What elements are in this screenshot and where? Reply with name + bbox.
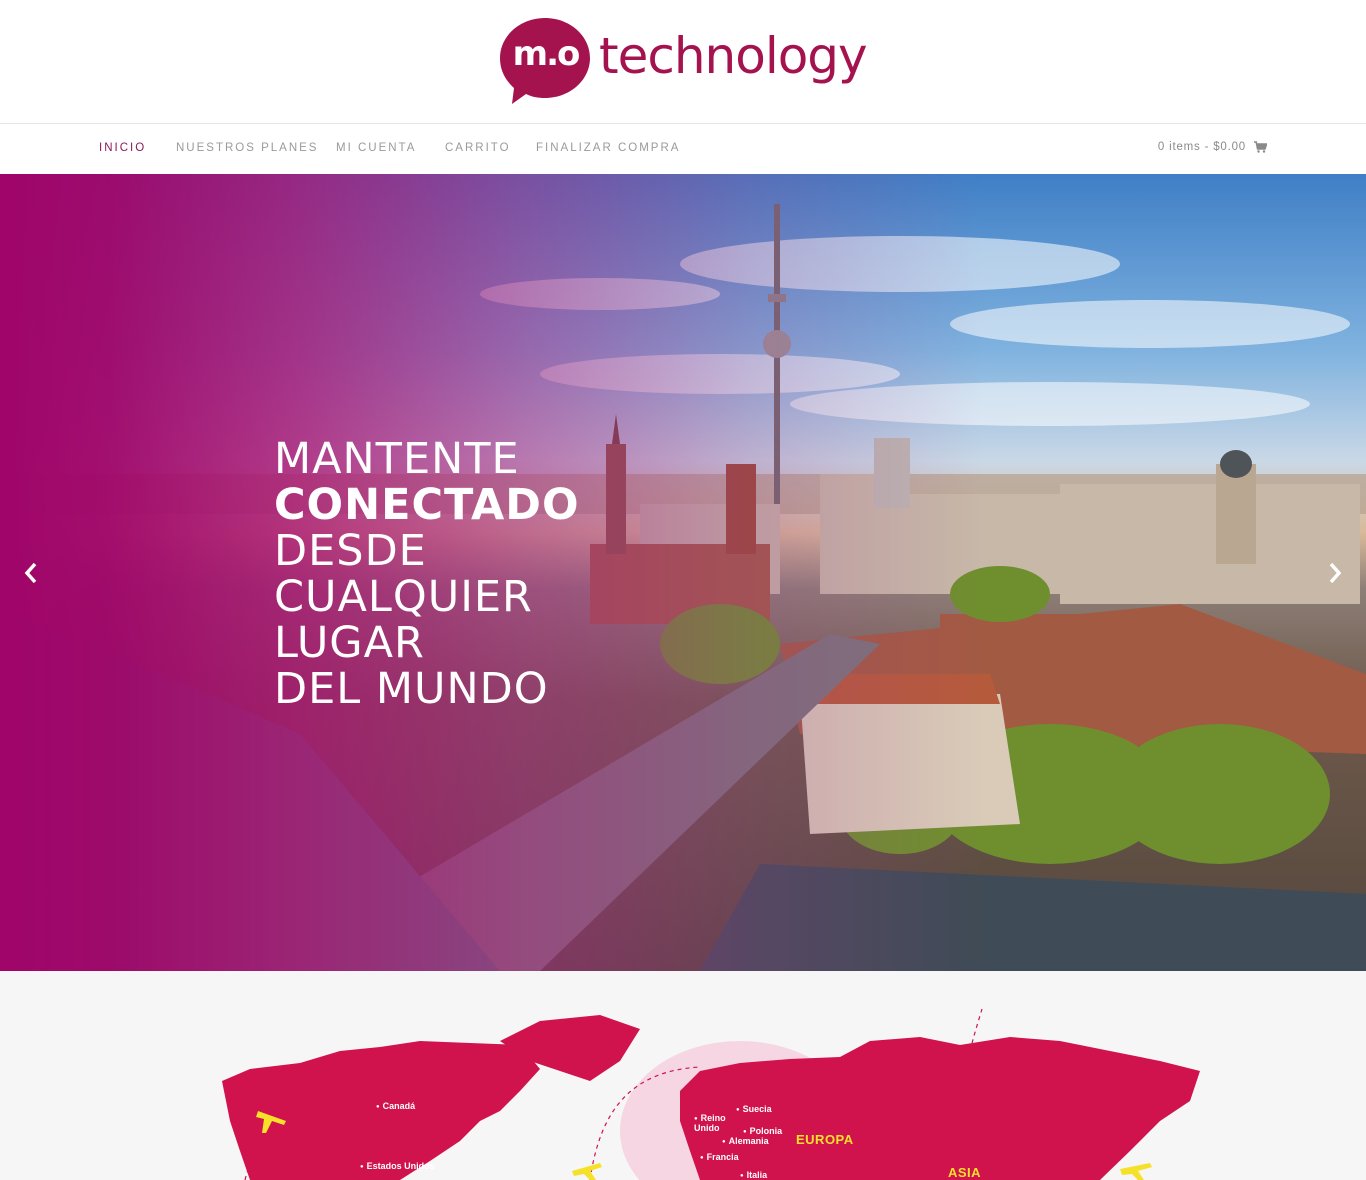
- map-label-alemania: Alemania: [722, 1136, 769, 1146]
- region-label-asia: ASIA: [948, 1165, 982, 1180]
- map-label-polonia: Polonia: [743, 1126, 783, 1136]
- region-label-europa: EUROPA: [796, 1132, 854, 1147]
- nav-item-nuestros-planes[interactable]: NUESTROS PLANES: [176, 142, 318, 154]
- cart-summary-text: 0 items - $0.00: [1157, 141, 1246, 153]
- hero-color-overlay: [0, 174, 1366, 971]
- site-header: m.o technology: [0, 0, 1366, 123]
- hero-line-6: DEL MUNDO: [274, 664, 549, 714]
- nav-item-carrito[interactable]: CARRITO: [445, 142, 511, 154]
- hero-line-4: CUALQUIER: [274, 572, 533, 622]
- map-label-reino-unido: Reino Unido: [694, 1114, 734, 1133]
- brand-logo[interactable]: m.o technology: [498, 12, 878, 107]
- shopping-cart-icon: [1254, 141, 1267, 153]
- map-label-suecia: Suecia: [736, 1104, 772, 1114]
- slider-next-button[interactable]: [1320, 558, 1350, 588]
- chevron-right-icon: [1329, 562, 1342, 584]
- nav-item-finalizar-compra[interactable]: FINALIZAR COMPRA: [536, 142, 680, 154]
- cart-summary-link[interactable]: 0 items - $0.00: [1158, 141, 1267, 153]
- coverage-map-section: Canadá Estados Unidos Reino Unido Suecia…: [0, 971, 1366, 1180]
- map-label-francia: Francia: [700, 1152, 739, 1162]
- hero-line-3: DESDE: [274, 526, 427, 576]
- hero-headline: MANTENTE CONECTADO DESDE CUALQUIER LUGAR…: [274, 436, 580, 712]
- logo-wordmark: technology: [599, 26, 868, 85]
- map-label-canada: Canadá: [376, 1101, 416, 1111]
- main-navigation: INICIO NUESTROS PLANES MI CUENTA CARRITO…: [0, 123, 1366, 174]
- nav-item-inicio[interactable]: INICIO: [99, 142, 146, 154]
- map-label-estados-unidos: Estados Unidos: [360, 1161, 435, 1171]
- hero-line-2: CONECTADO: [274, 480, 580, 530]
- hero-line-1: MANTENTE: [274, 434, 520, 484]
- hero-slider: MANTENTE CONECTADO DESDE CUALQUIER LUGAR…: [0, 174, 1366, 971]
- logo-bubble-icon: m.o: [498, 12, 593, 107]
- world-map-image: [222, 1008, 1200, 1180]
- chevron-left-icon: [24, 562, 37, 584]
- slider-prev-button[interactable]: [16, 558, 46, 588]
- hero-line-5: LUGAR: [274, 618, 425, 668]
- map-label-italia: Italia: [740, 1170, 768, 1180]
- nav-item-mi-cuenta[interactable]: MI CUENTA: [336, 142, 416, 154]
- logo-mark-text: m.o: [512, 34, 581, 74]
